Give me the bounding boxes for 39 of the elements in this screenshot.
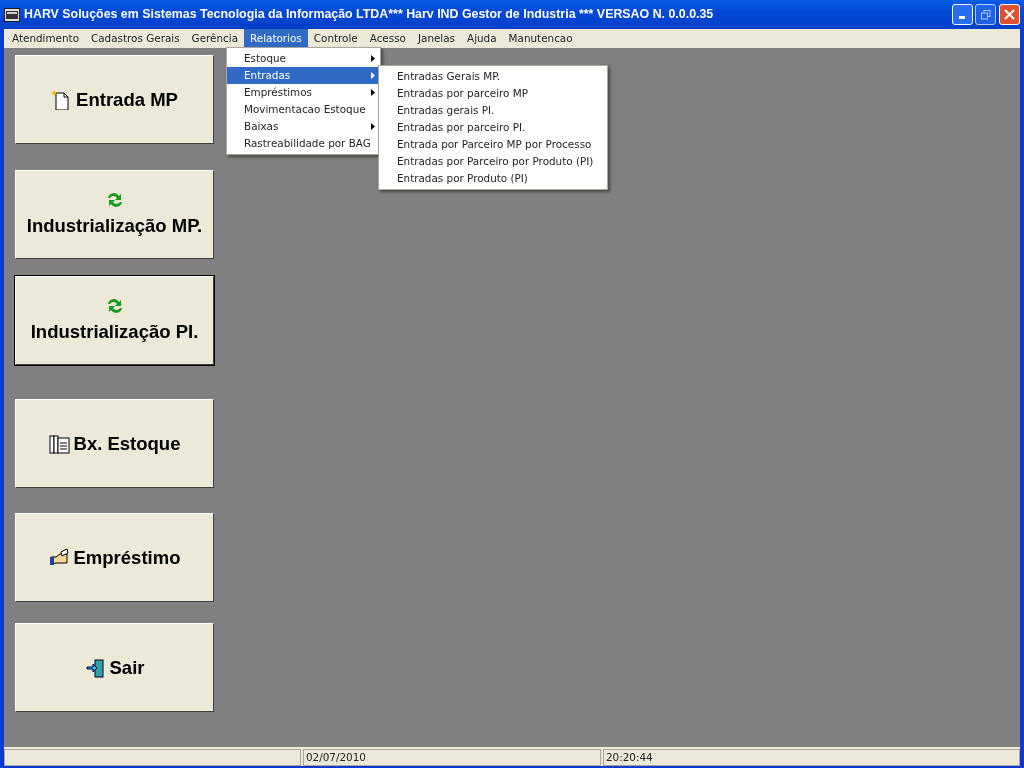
menu-item[interactable]: Entradas por parceiro MP [379, 85, 607, 102]
hand-icon [48, 547, 70, 568]
command-button[interactable]: Sair [15, 623, 214, 712]
menu-item[interactable]: Baixas [227, 118, 380, 135]
app-icon [4, 7, 20, 22]
close-icon [1004, 9, 1015, 20]
close-button[interactable] [999, 4, 1020, 25]
menu-item[interactable]: Entradas [227, 67, 380, 84]
menu-item[interactable]: Movimentacao Estoque [227, 101, 380, 118]
exit-icon [84, 657, 106, 678]
menu-item[interactable]: Empréstimos [227, 84, 380, 101]
menu-item[interactable]: Janelas [411, 29, 462, 48]
menu-item[interactable]: Entradas por Produto (PI) [379, 170, 607, 187]
menu-item[interactable]: Cadastros Gerais [85, 29, 186, 48]
command-button[interactable]: Empréstimo [15, 513, 214, 602]
window-title: HARV Soluções em Sistemas Tecnologia da Informação LTDA*** Harv IND Gestor de Industria *** VERSAO N. 0.0.0.35 [24, 6, 714, 24]
menu-item[interactable]: Entradas Gerais MP. [379, 68, 607, 85]
menu-item[interactable]: Ajuda [461, 29, 503, 48]
restore-icon [980, 9, 991, 20]
command-button[interactable]: Industrialização PI. [15, 276, 214, 365]
minimize-button[interactable] [951, 4, 973, 25]
menu-item[interactable]: Gerência [185, 29, 244, 48]
menu-item[interactable]: Controle [307, 29, 364, 48]
menu-item[interactable]: Rastreabilidade por BAG [227, 135, 380, 152]
restore-button[interactable] [975, 4, 997, 25]
documents-icon [48, 433, 70, 454]
command-button[interactable]: Bx. Estoque [15, 399, 214, 488]
menu-item[interactable]: Entradas por Parceiro por Produto (PI) [379, 153, 607, 170]
menu-item[interactable]: Entrada por Parceiro MP por Processo [379, 136, 607, 153]
menu-item[interactable]: Entradas por parceiro PI. [379, 119, 607, 136]
menu-item[interactable]: Estoque [227, 50, 380, 67]
command-button[interactable]: Entrada MP [15, 55, 214, 144]
menu-item[interactable]: Manutencao [502, 29, 579, 48]
status-panel: 20:20:44 [603, 749, 1020, 766]
status-panel: 02/07/2010 [303, 749, 601, 766]
menu-item[interactable]: Atendimento [6, 29, 85, 48]
command-button[interactable]: Industrialização MP. [15, 170, 214, 259]
menu-item[interactable]: Acesso [363, 29, 412, 48]
menu-item[interactable]: Entradas gerais PI. [379, 102, 607, 119]
